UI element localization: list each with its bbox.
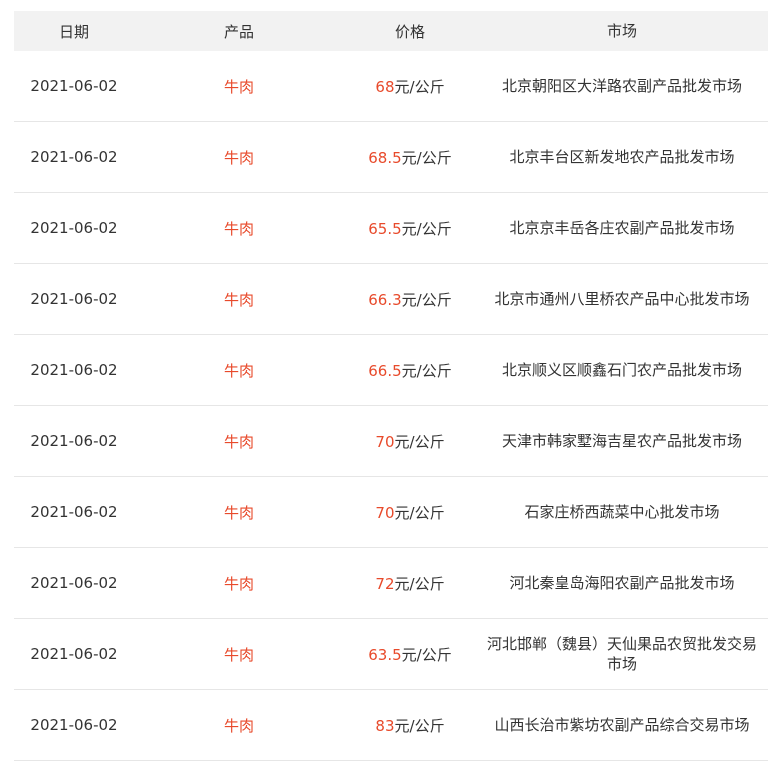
header-market: 市场: [606, 22, 637, 40]
cell-date: 2021-06-02: [30, 219, 118, 237]
cell-product[interactable]: 牛肉: [134, 502, 344, 523]
cell-product[interactable]: 牛肉: [134, 573, 344, 594]
price-unit: 元/公斤: [394, 716, 445, 735]
cell-date: 2021-06-02: [30, 361, 118, 379]
cell-product[interactable]: 牛肉: [134, 218, 344, 239]
price-value: 68: [375, 77, 395, 96]
cell-date: 2021-06-02: [30, 574, 118, 592]
price-value: 66.5: [368, 361, 402, 380]
price-value: 72: [375, 574, 395, 593]
price-unit: 元/公斤: [401, 148, 452, 167]
price-value: 70: [375, 432, 395, 451]
cell-market[interactable]: 天津市韩家墅海吉星农产品批发市场: [476, 431, 768, 451]
cell-date: 2021-06-02: [30, 503, 118, 521]
cell-market[interactable]: 河北秦皇岛海阳农副产品批发市场: [476, 573, 768, 593]
table-row: 2021-06-02 牛肉 70元/公斤 天津市韩家墅海吉星农产品批发市场: [14, 406, 768, 477]
cell-price: 66.3元/公斤: [344, 289, 476, 310]
cell-market[interactable]: 山西长治市紫坊农副产品综合交易市场: [476, 715, 768, 735]
cell-market[interactable]: 北京朝阳区大洋路农副产品批发市场: [476, 76, 768, 96]
table-row: 2021-06-02 牛肉 66.5元/公斤 北京顺义区顺鑫石门农产品批发市场: [14, 335, 768, 406]
cell-price: 66.5元/公斤: [344, 360, 476, 381]
price-unit: 元/公斤: [394, 432, 445, 451]
table-row: 2021-06-02 牛肉 66.3元/公斤 北京市通州八里桥农产品中心批发市场: [14, 264, 768, 335]
cell-market[interactable]: 北京京丰岳各庄农副产品批发市场: [476, 218, 768, 238]
cell-price: 83元/公斤: [344, 715, 476, 736]
header-product: 产品: [223, 22, 254, 41]
price-unit: 元/公斤: [401, 645, 452, 664]
table-row: 2021-06-02 牛肉 65.5元/公斤 北京京丰岳各庄农副产品批发市场: [14, 193, 768, 264]
price-unit: 元/公斤: [394, 77, 445, 96]
price-unit: 元/公斤: [401, 219, 452, 238]
cell-market[interactable]: 北京市通州八里桥农产品中心批发市场: [476, 289, 768, 309]
price-value: 66.3: [368, 290, 402, 309]
cell-product[interactable]: 牛肉: [134, 360, 344, 381]
cell-market[interactable]: 北京丰台区新发地农产品批发市场: [476, 147, 768, 167]
cell-price: 68元/公斤: [344, 76, 476, 97]
table-row: 2021-06-02 牛肉 70元/公斤 石家庄桥西蔬菜中心批发市场: [14, 477, 768, 548]
cell-price: 70元/公斤: [344, 431, 476, 452]
cell-price: 68.5元/公斤: [344, 147, 476, 168]
header-date: 日期: [58, 22, 89, 41]
price-table: 日期 产品 价格 市场 2021-06-02 牛肉 68元/公斤 北京朝阳区大洋…: [14, 11, 768, 761]
cell-date: 2021-06-02: [30, 716, 118, 734]
cell-price: 72元/公斤: [344, 573, 476, 594]
price-unit: 元/公斤: [394, 574, 445, 593]
price-value: 70: [375, 503, 395, 522]
cell-price: 65.5元/公斤: [344, 218, 476, 239]
price-unit: 元/公斤: [401, 290, 452, 309]
table-header: 日期 产品 价格 市场: [14, 11, 768, 51]
cell-price: 63.5元/公斤: [344, 644, 476, 665]
table-row: 2021-06-02 牛肉 83元/公斤 山西长治市紫坊农副产品综合交易市场: [14, 690, 768, 761]
table-row: 2021-06-02 牛肉 63.5元/公斤 河北邯郸（魏县）天仙果品农贸批发交…: [14, 619, 768, 690]
table-row: 2021-06-02 牛肉 68元/公斤 北京朝阳区大洋路农副产品批发市场: [14, 51, 768, 122]
cell-date: 2021-06-02: [30, 77, 118, 95]
price-value: 83: [375, 716, 395, 735]
cell-product[interactable]: 牛肉: [134, 644, 344, 665]
cell-price: 70元/公斤: [344, 502, 476, 523]
table-row: 2021-06-02 牛肉 68.5元/公斤 北京丰台区新发地农产品批发市场: [14, 122, 768, 193]
price-unit: 元/公斤: [401, 361, 452, 380]
price-unit: 元/公斤: [394, 503, 445, 522]
cell-market[interactable]: 河北邯郸（魏县）天仙果品农贸批发交易市场: [476, 634, 768, 674]
cell-date: 2021-06-02: [30, 148, 118, 166]
price-value: 65.5: [368, 219, 402, 238]
cell-product[interactable]: 牛肉: [134, 147, 344, 168]
cell-market[interactable]: 北京顺义区顺鑫石门农产品批发市场: [476, 360, 768, 380]
price-value: 68.5: [368, 148, 402, 167]
cell-product[interactable]: 牛肉: [134, 76, 344, 97]
cell-date: 2021-06-02: [30, 432, 118, 450]
cell-product[interactable]: 牛肉: [134, 715, 344, 736]
table-row: 2021-06-02 牛肉 72元/公斤 河北秦皇岛海阳农副产品批发市场: [14, 548, 768, 619]
cell-date: 2021-06-02: [30, 645, 118, 663]
price-value: 63.5: [368, 645, 402, 664]
cell-product[interactable]: 牛肉: [134, 431, 344, 452]
cell-date: 2021-06-02: [30, 290, 118, 308]
header-price: 价格: [394, 22, 425, 41]
cell-market[interactable]: 石家庄桥西蔬菜中心批发市场: [476, 502, 768, 522]
cell-product[interactable]: 牛肉: [134, 289, 344, 310]
